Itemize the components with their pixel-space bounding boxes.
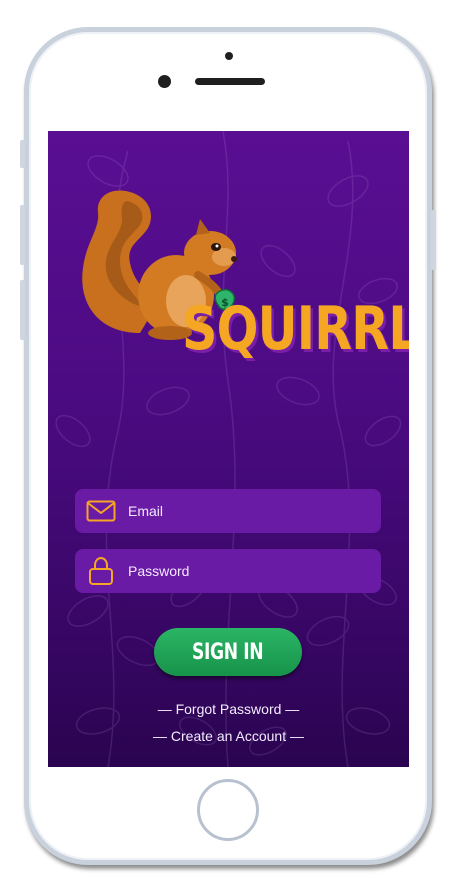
login-screen: $ SQUIRRL SIGN IN — Forgot Password — — … <box>48 131 409 767</box>
earpiece-speaker <box>195 78 265 85</box>
volume-up-button <box>20 205 25 265</box>
password-input[interactable] <box>128 556 381 586</box>
proximity-sensor <box>225 52 233 60</box>
sign-in-button[interactable]: SIGN IN <box>154 628 302 676</box>
front-camera <box>158 75 171 88</box>
brand-name: SQUIRRL <box>182 294 409 364</box>
create-account-link[interactable]: — Create an Account — <box>48 728 409 744</box>
sign-in-label: SIGN IN <box>192 639 264 665</box>
forgot-password-link[interactable]: — Forgot Password — <box>48 701 409 717</box>
envelope-icon <box>84 496 118 526</box>
email-input[interactable] <box>128 496 381 526</box>
volume-down-button <box>20 280 25 340</box>
email-field[interactable] <box>75 489 381 533</box>
power-button <box>431 210 436 270</box>
padlock-icon <box>84 556 118 586</box>
mute-switch <box>20 140 25 168</box>
password-field[interactable] <box>75 549 381 593</box>
home-button[interactable] <box>197 779 259 841</box>
